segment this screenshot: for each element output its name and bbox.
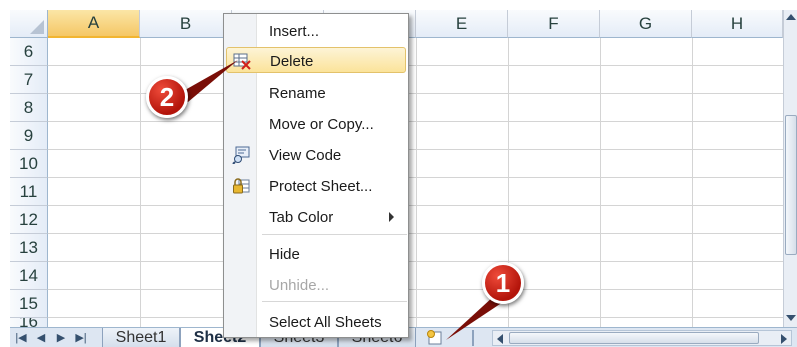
spreadsheet: A B C D E F G H 6 7 8 9 10 11 12 13 14 1… [0,0,797,347]
callout-1: 1 [482,262,524,304]
callout-2: 2 [146,76,188,118]
callout-pointers [178,60,506,340]
